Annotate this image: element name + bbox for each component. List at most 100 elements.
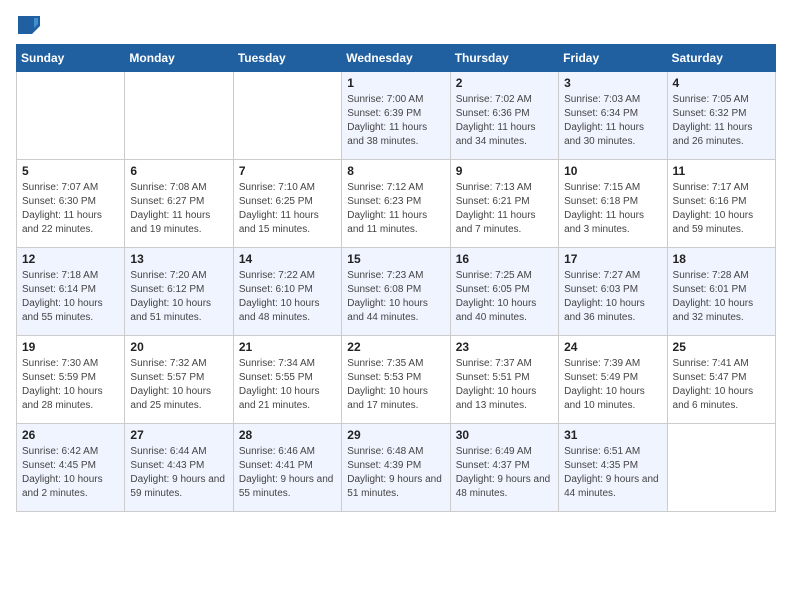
- calendar-week-row: 12Sunrise: 7:18 AM Sunset: 6:14 PM Dayli…: [17, 248, 776, 336]
- cell-info: Sunrise: 7:02 AM Sunset: 6:36 PM Dayligh…: [456, 93, 553, 149]
- cell-info: Sunrise: 7:27 AM Sunset: 6:03 PM Dayligh…: [564, 269, 661, 325]
- cell-info: Sunrise: 7:35 AM Sunset: 5:53 PM Dayligh…: [347, 357, 444, 413]
- logo: [16, 16, 40, 32]
- day-number: 4: [673, 76, 770, 90]
- cell-info: Sunrise: 7:34 AM Sunset: 5:55 PM Dayligh…: [239, 357, 336, 413]
- cell-info: Sunrise: 7:00 AM Sunset: 6:39 PM Dayligh…: [347, 93, 444, 149]
- calendar-cell: 7Sunrise: 7:10 AM Sunset: 6:25 PM Daylig…: [233, 160, 341, 248]
- calendar-cell: 19 Sunrise: 7:30 AM Sunset: 5:59 PM Dayli…: [17, 336, 125, 424]
- day-number: 10: [564, 164, 661, 178]
- calendar-cell: 31Sunrise: 6:51 AM Sunset: 4:35 PM Dayli…: [559, 424, 667, 512]
- calendar-cell: [233, 72, 341, 160]
- calendar-week-row: 26 Sunrise: 6:42 AM Sunset: 4:45 PM Dayli…: [17, 424, 776, 512]
- calendar-cell: [667, 424, 775, 512]
- day-number: 8: [347, 164, 444, 178]
- day-number: 25: [673, 340, 770, 354]
- calendar-cell: 5Sunrise: 7:07 AM Sunset: 6:30 PM Daylig…: [17, 160, 125, 248]
- calendar-cell: 17 Sunrise: 7:27 AM Sunset: 6:03 PM Dayli…: [559, 248, 667, 336]
- day-number: 19: [22, 340, 119, 354]
- day-number: 6: [130, 164, 227, 178]
- cell-info: Sunrise: 7:17 AM Sunset: 6:16 PM Dayligh…: [673, 181, 770, 237]
- day-number: 5: [22, 164, 119, 178]
- weekday-header: Thursday: [450, 45, 558, 72]
- header: [16, 16, 776, 32]
- cell-info: Sunrise: 6:42 AM Sunset: 4:45 PM Dayligh…: [22, 445, 119, 501]
- day-number: 21: [239, 340, 336, 354]
- cell-info: Sunrise: 7:15 AM Sunset: 6:18 PM Dayligh…: [564, 181, 661, 237]
- calendar-cell: 8 Sunrise: 7:12 AM Sunset: 6:23 PM Daylig…: [342, 160, 450, 248]
- weekday-header: Friday: [559, 45, 667, 72]
- cell-info: Sunrise: 6:48 AM Sunset: 4:39 PM Dayligh…: [347, 445, 444, 501]
- day-number: 30: [456, 428, 553, 442]
- calendar-week-row: 19 Sunrise: 7:30 AM Sunset: 5:59 PM Dayli…: [17, 336, 776, 424]
- cell-info: Sunrise: 7:25 AM Sunset: 6:05 PM Dayligh…: [456, 269, 553, 325]
- cell-info: Sunrise: 7:37 AM Sunset: 5:51 PM Dayligh…: [456, 357, 553, 413]
- calendar-cell: 12Sunrise: 7:18 AM Sunset: 6:14 PM Dayli…: [17, 248, 125, 336]
- weekday-header-row: SundayMondayTuesdayWednesdayThursdayFrid…: [17, 45, 776, 72]
- day-number: 31: [564, 428, 661, 442]
- day-number: 15: [347, 252, 444, 266]
- cell-info: Sunrise: 7:20 AM Sunset: 6:12 PM Dayligh…: [130, 269, 227, 325]
- calendar-cell: 18Sunrise: 7:28 AM Sunset: 6:01 PM Dayli…: [667, 248, 775, 336]
- day-number: 13: [130, 252, 227, 266]
- weekday-header: Wednesday: [342, 45, 450, 72]
- cell-info: Sunrise: 7:32 AM Sunset: 5:57 PM Dayligh…: [130, 357, 227, 413]
- calendar-cell: 6 Sunrise: 7:08 AM Sunset: 6:27 PM Daylig…: [125, 160, 233, 248]
- calendar-cell: 20Sunrise: 7:32 AM Sunset: 5:57 PM Dayli…: [125, 336, 233, 424]
- day-number: 9: [456, 164, 553, 178]
- logo-icon: [18, 16, 40, 34]
- calendar-table: SundayMondayTuesdayWednesdayThursdayFrid…: [16, 44, 776, 512]
- calendar-cell: 30 Sunrise: 6:49 AM Sunset: 4:37 PM Dayli…: [450, 424, 558, 512]
- calendar-week-row: 1 Sunrise: 7:00 AM Sunset: 6:39 PM Daylig…: [17, 72, 776, 160]
- calendar-cell: 24Sunrise: 7:39 AM Sunset: 5:49 PM Dayli…: [559, 336, 667, 424]
- calendar-cell: 25Sunrise: 7:41 AM Sunset: 5:47 PM Dayli…: [667, 336, 775, 424]
- day-number: 1: [347, 76, 444, 90]
- cell-info: Sunrise: 7:03 AM Sunset: 6:34 PM Dayligh…: [564, 93, 661, 149]
- day-number: 17: [564, 252, 661, 266]
- calendar-cell: 11 Sunrise: 7:17 AM Sunset: 6:16 PM Dayli…: [667, 160, 775, 248]
- calendar-cell: 15 Sunrise: 7:23 AM Sunset: 6:08 PM Dayli…: [342, 248, 450, 336]
- cell-info: Sunrise: 7:08 AM Sunset: 6:27 PM Dayligh…: [130, 181, 227, 237]
- calendar-cell: 1 Sunrise: 7:00 AM Sunset: 6:39 PM Daylig…: [342, 72, 450, 160]
- calendar-cell: [125, 72, 233, 160]
- calendar-cell: 26 Sunrise: 6:42 AM Sunset: 4:45 PM Dayli…: [17, 424, 125, 512]
- calendar-cell: 29Sunrise: 6:48 AM Sunset: 4:39 PM Dayli…: [342, 424, 450, 512]
- cell-info: Sunrise: 6:46 AM Sunset: 4:41 PM Dayligh…: [239, 445, 336, 501]
- calendar-cell: 23 Sunrise: 7:37 AM Sunset: 5:51 PM Dayli…: [450, 336, 558, 424]
- weekday-header: Tuesday: [233, 45, 341, 72]
- cell-info: Sunrise: 7:39 AM Sunset: 5:49 PM Dayligh…: [564, 357, 661, 413]
- day-number: 27: [130, 428, 227, 442]
- cell-info: Sunrise: 7:05 AM Sunset: 6:32 PM Dayligh…: [673, 93, 770, 149]
- calendar-cell: 10 Sunrise: 7:15 AM Sunset: 6:18 PM Dayli…: [559, 160, 667, 248]
- cell-info: Sunrise: 7:23 AM Sunset: 6:08 PM Dayligh…: [347, 269, 444, 325]
- cell-info: Sunrise: 6:49 AM Sunset: 4:37 PM Dayligh…: [456, 445, 553, 501]
- day-number: 28: [239, 428, 336, 442]
- day-number: 7: [239, 164, 336, 178]
- calendar-cell: 27Sunrise: 6:44 AM Sunset: 4:43 PM Dayli…: [125, 424, 233, 512]
- calendar-cell: 13 Sunrise: 7:20 AM Sunset: 6:12 PM Dayli…: [125, 248, 233, 336]
- calendar-cell: 4 Sunrise: 7:05 AM Sunset: 6:32 PM Daylig…: [667, 72, 775, 160]
- calendar-cell: [17, 72, 125, 160]
- cell-info: Sunrise: 7:22 AM Sunset: 6:10 PM Dayligh…: [239, 269, 336, 325]
- day-number: 12: [22, 252, 119, 266]
- calendar-cell: 9 Sunrise: 7:13 AM Sunset: 6:21 PM Daylig…: [450, 160, 558, 248]
- calendar-week-row: 5Sunrise: 7:07 AM Sunset: 6:30 PM Daylig…: [17, 160, 776, 248]
- cell-info: Sunrise: 7:30 AM Sunset: 5:59 PM Dayligh…: [22, 357, 119, 413]
- calendar-cell: 14 Sunrise: 7:22 AM Sunset: 6:10 PM Dayli…: [233, 248, 341, 336]
- day-number: 26: [22, 428, 119, 442]
- calendar-cell: 22 Sunrise: 7:35 AM Sunset: 5:53 PM Dayli…: [342, 336, 450, 424]
- weekday-header: Sunday: [17, 45, 125, 72]
- day-number: 22: [347, 340, 444, 354]
- day-number: 23: [456, 340, 553, 354]
- cell-info: Sunrise: 7:13 AM Sunset: 6:21 PM Dayligh…: [456, 181, 553, 237]
- calendar-cell: 3 Sunrise: 7:03 AM Sunset: 6:34 PM Daylig…: [559, 72, 667, 160]
- cell-info: Sunrise: 7:12 AM Sunset: 6:23 PM Dayligh…: [347, 181, 444, 237]
- calendar-cell: 2Sunrise: 7:02 AM Sunset: 6:36 PM Daylig…: [450, 72, 558, 160]
- calendar-cell: 16 Sunrise: 7:25 AM Sunset: 6:05 PM Dayli…: [450, 248, 558, 336]
- weekday-header: Monday: [125, 45, 233, 72]
- calendar-cell: 21 Sunrise: 7:34 AM Sunset: 5:55 PM Dayli…: [233, 336, 341, 424]
- day-number: 3: [564, 76, 661, 90]
- day-number: 14: [239, 252, 336, 266]
- day-number: 11: [673, 164, 770, 178]
- day-number: 16: [456, 252, 553, 266]
